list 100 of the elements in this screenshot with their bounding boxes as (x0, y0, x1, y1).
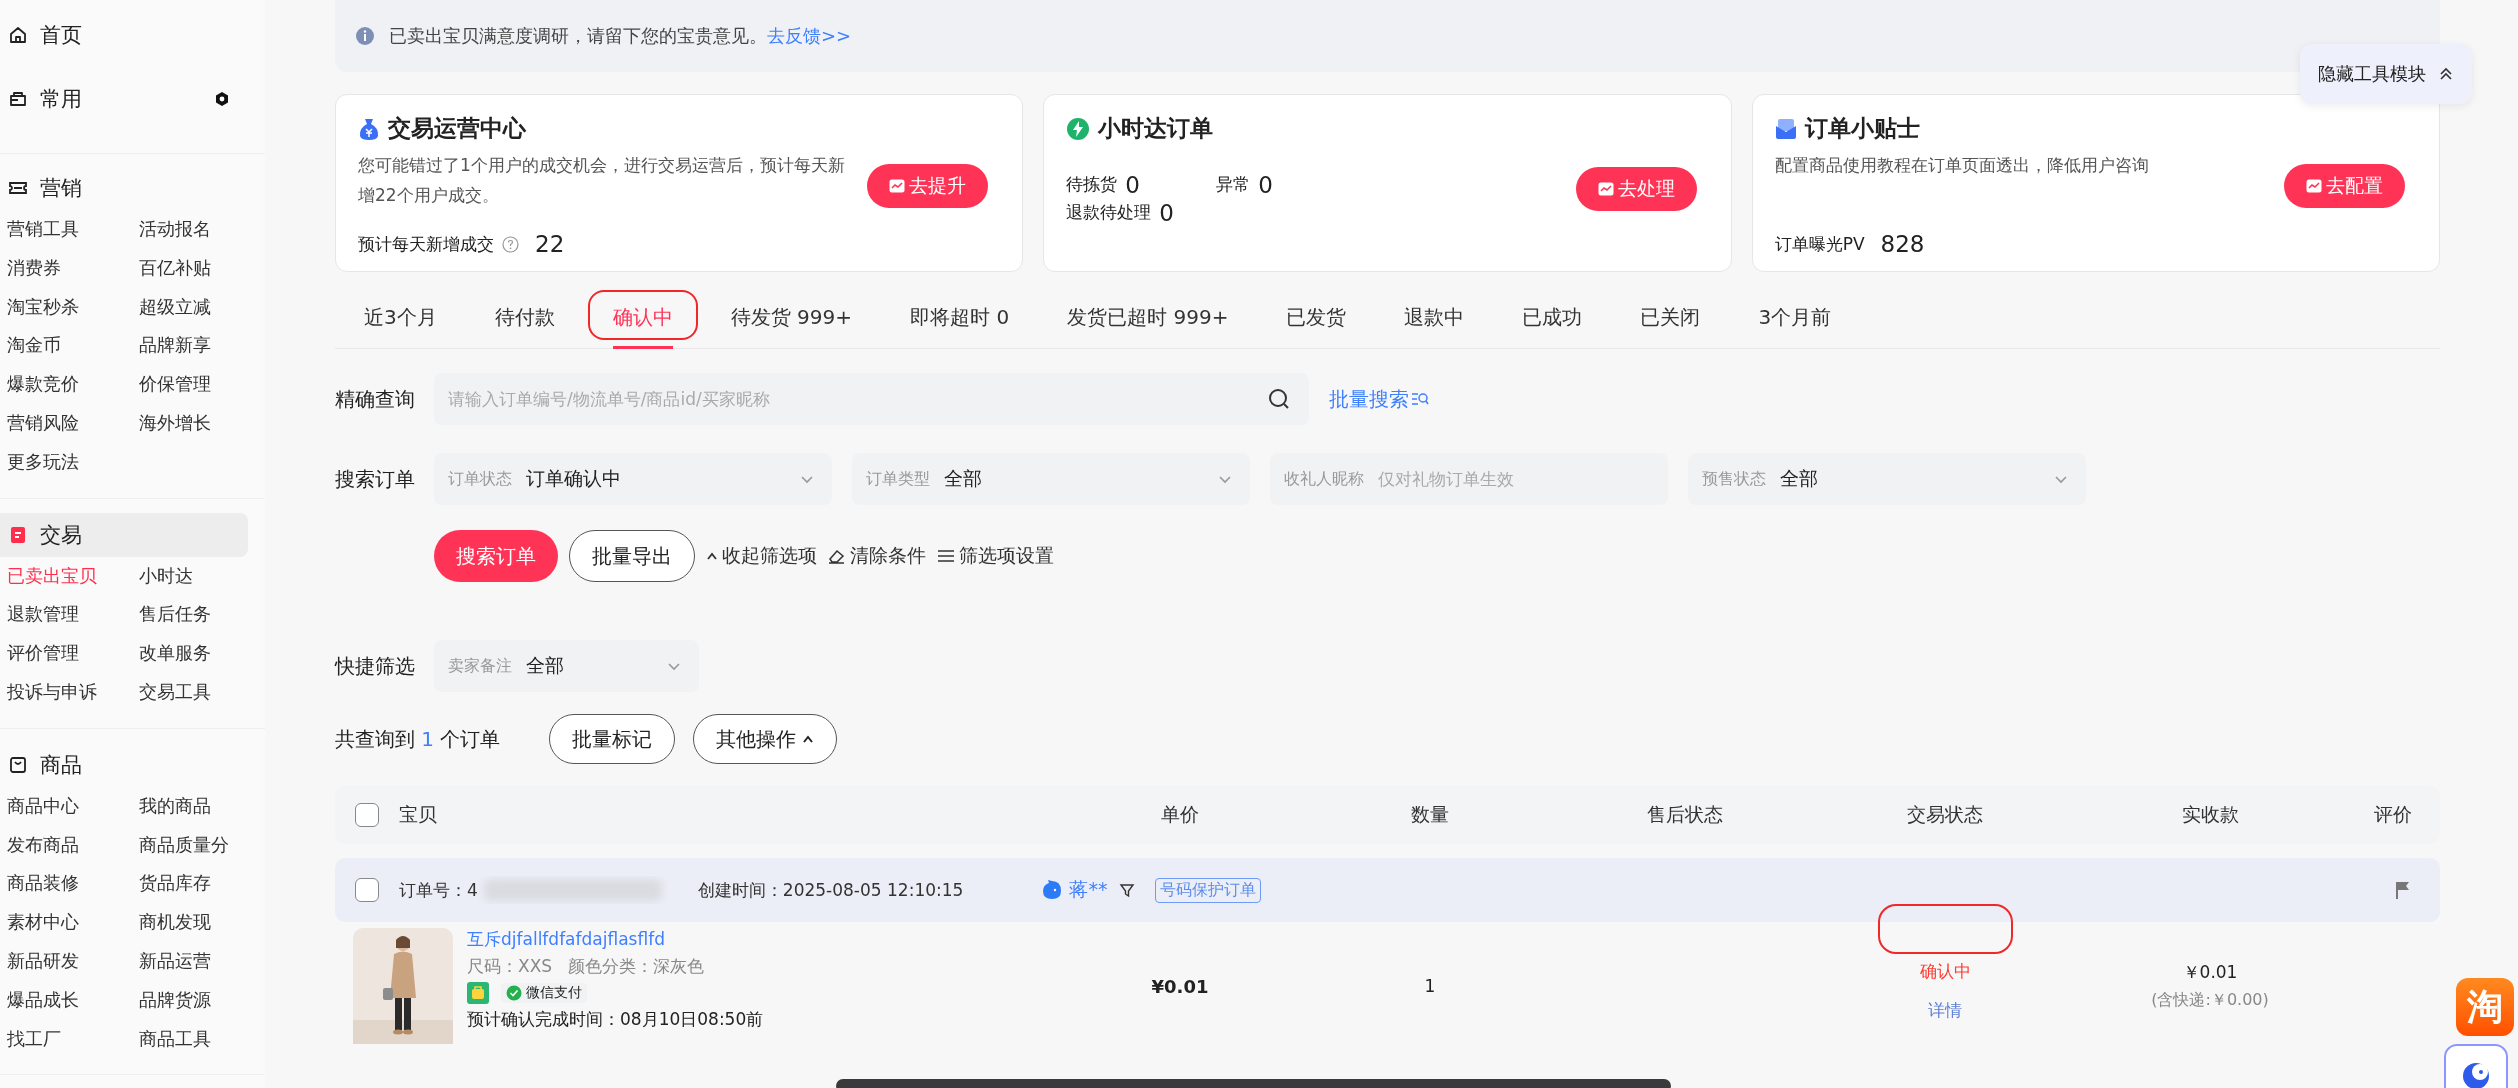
sidebar-item[interactable]: 小时达 (139, 556, 259, 596)
select-field[interactable]: 订单状态 订单确认中 (434, 453, 832, 505)
chat-bubble-icon[interactable] (1041, 879, 1064, 901)
field-label: 精确查询 (335, 385, 414, 413)
order-tab[interactable]: 3个月前 (1729, 286, 1861, 348)
sidebar-item[interactable]: 我的商品 (139, 786, 259, 826)
filter-action-link[interactable]: 收起筛选项 (706, 543, 817, 569)
assistant-icon[interactable] (2444, 1044, 2508, 1088)
list-icon (937, 549, 955, 563)
chart-icon (889, 178, 906, 193)
sidebar-item[interactable]: 品牌新享 (139, 326, 259, 366)
sidebar-item[interactable]: 商品装修 (7, 864, 139, 904)
select-field[interactable]: 订单类型 全部 (852, 453, 1250, 505)
sidebar-item[interactable]: 评价管理 (7, 634, 139, 673)
sidebar-item[interactable]: 找工厂 (7, 1019, 139, 1059)
export-button[interactable]: 批量导出 (569, 530, 695, 582)
sidebar-item[interactable]: 投诉与申诉 (7, 672, 139, 712)
sidebar-item[interactable]: 消费券 (7, 248, 139, 288)
batch-search-link[interactable]: 批量搜索 (1329, 385, 1429, 413)
received-amount: ￥0.01 (2182, 961, 2238, 984)
collapse-tools-button[interactable]: 隐藏工具模块 (2300, 44, 2472, 104)
order-tab[interactable]: 退款中 (1375, 286, 1494, 348)
payment-badge: 微信支付 (501, 983, 587, 1003)
sidebar-item[interactable]: 淘宝秒杀 (7, 287, 139, 327)
sidebar-item[interactable]: 更多玩法 (7, 442, 139, 482)
field-label: 搜索订单 (335, 465, 414, 493)
mark-button[interactable]: 批量标记 (549, 714, 675, 764)
sidebar-item[interactable]: 品牌货源 (139, 980, 259, 1020)
help-icon[interactable] (502, 235, 519, 253)
sidebar-item[interactable]: 改单服务 (139, 634, 259, 673)
sidebar-item[interactable]: 退款管理 (7, 595, 139, 635)
order-tab[interactable]: 待发货 999+ (701, 286, 882, 348)
select-field[interactable]: 卖家备注 全部 (434, 640, 699, 692)
stat-value: 828 (1880, 231, 1925, 257)
chart-icon (1597, 181, 1614, 196)
detail-link[interactable]: 详情 (1928, 999, 1962, 1022)
sidebar-item[interactable]: 商机发现 (139, 903, 259, 942)
sidebar-item[interactable]: 商品中心 (7, 786, 139, 826)
box-icon (8, 754, 28, 775)
sidebar-item[interactable]: 商品质量分 (139, 825, 259, 865)
sidebar-item[interactable]: 已卖出宝贝 (7, 556, 139, 596)
shop-icon (467, 982, 489, 1004)
info-icon (355, 26, 375, 46)
sidebar-section[interactable]: 交易 (0, 512, 248, 557)
sidebar-item[interactable]: 爆款竞价 (7, 365, 139, 404)
action-button[interactable]: 去配置 (2284, 163, 2405, 208)
sidebar-item[interactable]: 售后任务 (139, 595, 259, 635)
checkbox[interactable] (355, 803, 379, 827)
created-time: 创建时间：2025-08-05 12:10:15 (697, 878, 964, 902)
sku-text: 尺码：XXS 颜色分类：深灰色 (467, 955, 706, 978)
filter-icon[interactable] (1119, 882, 1136, 898)
order-number: 订单号：4 (399, 878, 478, 902)
sidebar-section[interactable]: 营销 (0, 166, 248, 210)
sidebar-item[interactable]: 营销风险 (7, 404, 139, 443)
sidebar-item[interactable]: 海外增长 (139, 404, 259, 443)
sidebar-item[interactable]: 首页 (0, 11, 248, 59)
sidebar-item[interactable]: 超级立减 (139, 287, 259, 327)
flag-icon[interactable] (2394, 880, 2412, 900)
search-button[interactable]: 搜索订单 (434, 530, 558, 582)
settings-icon[interactable] (214, 91, 230, 107)
order-tab[interactable]: 已发货 (1257, 286, 1376, 348)
order-tab[interactable]: 已成功 (1493, 286, 1612, 348)
sidebar-item[interactable]: 素材中心 (7, 903, 139, 942)
filter-action-link[interactable]: 清除条件 (828, 543, 926, 569)
order-tab[interactable]: 即将超时 0 (881, 286, 1039, 348)
sidebar-item[interactable]: 货品库存 (139, 864, 259, 904)
quantity-text: 1 (1424, 976, 1436, 996)
sidebar-item[interactable]: 爆品成长 (7, 980, 139, 1020)
caret-up-icon (802, 735, 814, 743)
stat-label: 待拣货 (1066, 173, 1118, 196)
chevron-down-icon (2054, 474, 2068, 484)
order-tab[interactable]: 待付款 (465, 286, 584, 348)
sidebar-section[interactable]: 商品 (0, 742, 248, 787)
sidebar-item[interactable]: 商品工具 (139, 1019, 259, 1059)
column-header: 售后状态 (1647, 802, 1723, 827)
action-button[interactable]: 去处理 (1575, 166, 1697, 211)
sidebar-item[interactable]: 百亿补贴 (139, 248, 259, 288)
filter-action-link[interactable]: 筛选项设置 (937, 543, 1054, 569)
sidebar-item[interactable]: 新品运营 (139, 941, 259, 981)
column-header: 交易状态 (1907, 802, 1983, 827)
sidebar-item[interactable]: 价保管理 (139, 365, 259, 404)
action-button[interactable]: 去提升 (867, 163, 989, 208)
checkbox[interactable] (355, 878, 379, 902)
sidebar-item[interactable]: 常用 (0, 75, 248, 123)
sidebar-item[interactable]: 活动报名 (139, 210, 259, 249)
order-tab[interactable]: 已关闭 (1611, 286, 1730, 348)
order-tab[interactable]: 发货已超时 999+ (1038, 286, 1258, 348)
sidebar-item[interactable]: 新品研发 (7, 941, 139, 981)
select-field[interactable]: 预售状态 全部 (1688, 453, 2086, 505)
column-header: 评价 (2373, 802, 2412, 827)
sidebar-item[interactable]: 营销工具 (7, 210, 139, 249)
sidebar-item[interactable]: 交易工具 (139, 672, 259, 712)
order-tab[interactable]: 近3个月 (335, 286, 466, 348)
search-icon[interactable] (1267, 387, 1291, 411)
sidebar-item[interactable]: 发布商品 (7, 825, 139, 865)
eraser-icon (828, 548, 846, 564)
sidebar-item[interactable]: 淘金币 (7, 326, 139, 366)
menu-button[interactable]: 其他操作 (693, 714, 837, 764)
stat-value: 0 (1125, 171, 1140, 198)
card-title: 小时达订单 (1098, 114, 1214, 143)
